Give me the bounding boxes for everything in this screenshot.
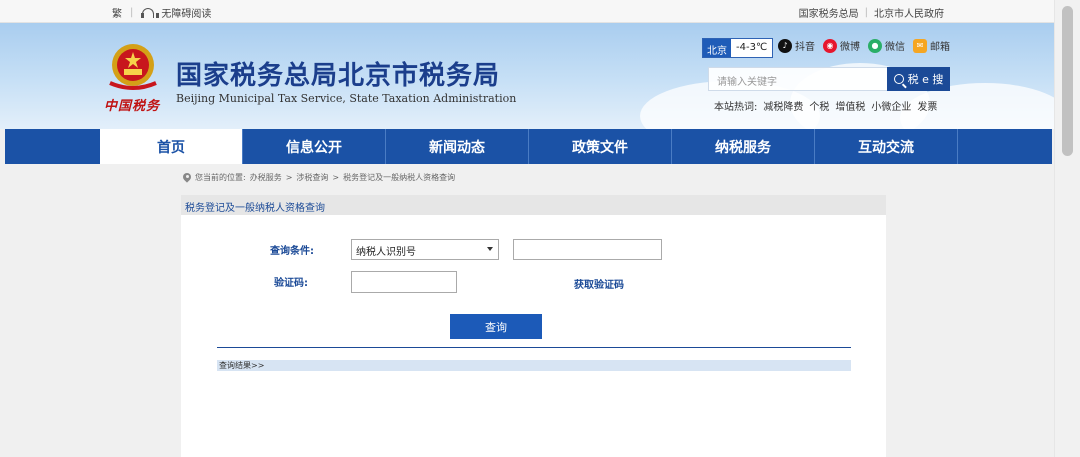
hot-words: 本站热词: 减税降费 个税 增值税 小微企业 发票 — [714, 98, 937, 113]
result-header: 查询结果>> — [217, 360, 851, 371]
link-state-tax[interactable]: 国家税务总局 — [799, 5, 859, 20]
search-input[interactable]: 请输入关键字 — [708, 67, 888, 91]
site-header: 中国税务 国家税务总局北京市税务局 Beijing Municipal Tax … — [0, 23, 1054, 129]
hot-word[interactable]: 增值税 — [835, 98, 865, 113]
location-pin-icon — [183, 173, 191, 183]
headphone-icon — [141, 7, 160, 18]
hot-word[interactable]: 个税 — [809, 98, 829, 113]
query-button[interactable]: 查询 — [450, 314, 542, 339]
search-icon — [893, 74, 904, 84]
captcha-label: 验证码: — [274, 278, 308, 289]
breadcrumb-item[interactable]: 涉税查询 — [296, 172, 328, 183]
top-utility-bar: 繁 | 无障碍阅读 国家税务总局 | 北京市人民政府 — [0, 0, 1054, 23]
nav-tax-service[interactable]: 纳税服务 — [672, 129, 815, 164]
divider — [217, 347, 851, 348]
nav-interaction[interactable]: 互动交流 — [815, 129, 958, 164]
site-title: 国家税务总局北京市税务局 — [176, 61, 501, 91]
social-mail[interactable]: ✉ 邮箱 — [913, 38, 950, 53]
hot-words-label: 本站热词: — [714, 102, 758, 113]
weibo-icon: ◉ — [823, 38, 837, 53]
social-douyin[interactable]: ♪ 抖音 — [778, 38, 815, 53]
social-weibo[interactable]: ◉ 微博 — [823, 38, 860, 53]
hot-word[interactable]: 发票 — [917, 98, 937, 113]
social-wechat[interactable]: ● 微信 — [868, 38, 905, 53]
scrollbar-thumb[interactable] — [1062, 6, 1073, 156]
nav-info-disclosure[interactable]: 信息公开 — [243, 129, 386, 164]
search-button[interactable]: 税 e 搜 — [887, 67, 950, 91]
get-captcha-link[interactable]: 获取验证码 — [574, 276, 624, 291]
social-label: 微博 — [840, 42, 860, 53]
separator: | — [864, 7, 868, 18]
condition-select[interactable]: 纳税人识别号 — [351, 239, 499, 260]
douyin-icon: ♪ — [778, 38, 792, 53]
accessibility-link[interactable]: 无障碍阅读 — [161, 5, 211, 20]
breadcrumb-item[interactable]: 税务登记及一般纳税人资格查询 — [343, 172, 455, 183]
social-label: 邮箱 — [930, 42, 950, 53]
breadcrumb-separator: > — [285, 173, 293, 182]
panel-title: 税务登记及一般纳税人资格查询 — [181, 195, 886, 215]
logo-text: 中国税务 — [104, 99, 161, 114]
wechat-icon: ● — [868, 38, 882, 53]
hot-word[interactable]: 减税降费 — [763, 98, 803, 113]
captcha-input[interactable] — [351, 271, 457, 293]
weather-temp: -4-3℃ — [731, 39, 773, 57]
nav-policy[interactable]: 政策文件 — [529, 129, 672, 164]
condition-select-value: 纳税人识别号 — [356, 247, 416, 258]
nav-news[interactable]: 新闻动态 — [386, 129, 529, 164]
main-nav: 首页 信息公开 新闻动态 政策文件 纳税服务 互动交流 — [5, 129, 1052, 164]
breadcrumb-prefix: 您当前的位置: — [195, 173, 246, 182]
nav-home[interactable]: 首页 — [100, 129, 243, 164]
dropdown-arrow-icon — [487, 247, 493, 251]
condition-label: 查询条件: — [270, 246, 314, 257]
separator: | — [130, 7, 134, 18]
social-label: 抖音 — [795, 42, 815, 53]
search-button-label: 税 e 搜 — [907, 73, 944, 86]
breadcrumb-item[interactable]: 办税服务 — [250, 172, 282, 183]
page-scrollbar[interactable] — [1054, 0, 1080, 457]
mail-icon: ✉ — [913, 38, 927, 53]
hot-word[interactable]: 小微企业 — [871, 98, 911, 113]
traditional-chinese-link[interactable]: 繁 — [112, 5, 122, 20]
breadcrumb: 您当前的位置: 办税服务 > 涉税查询 > 税务登记及一般纳税人资格查询 — [183, 172, 455, 183]
social-label: 微信 — [885, 42, 905, 53]
site-subtitle: Beijing Municipal Tax Service, State Tax… — [176, 92, 517, 105]
weather-city: 北京 — [703, 39, 731, 57]
weather-widget: 北京 -4-3℃ — [702, 38, 774, 58]
national-emblem-icon — [109, 44, 157, 90]
breadcrumb-separator: > — [332, 173, 340, 182]
link-beijing-gov[interactable]: 北京市人民政府 — [874, 5, 944, 20]
taxpayer-id-input[interactable] — [513, 239, 662, 260]
social-links: ♪ 抖音 ◉ 微博 ● 微信 ✉ 邮箱 — [778, 38, 950, 53]
